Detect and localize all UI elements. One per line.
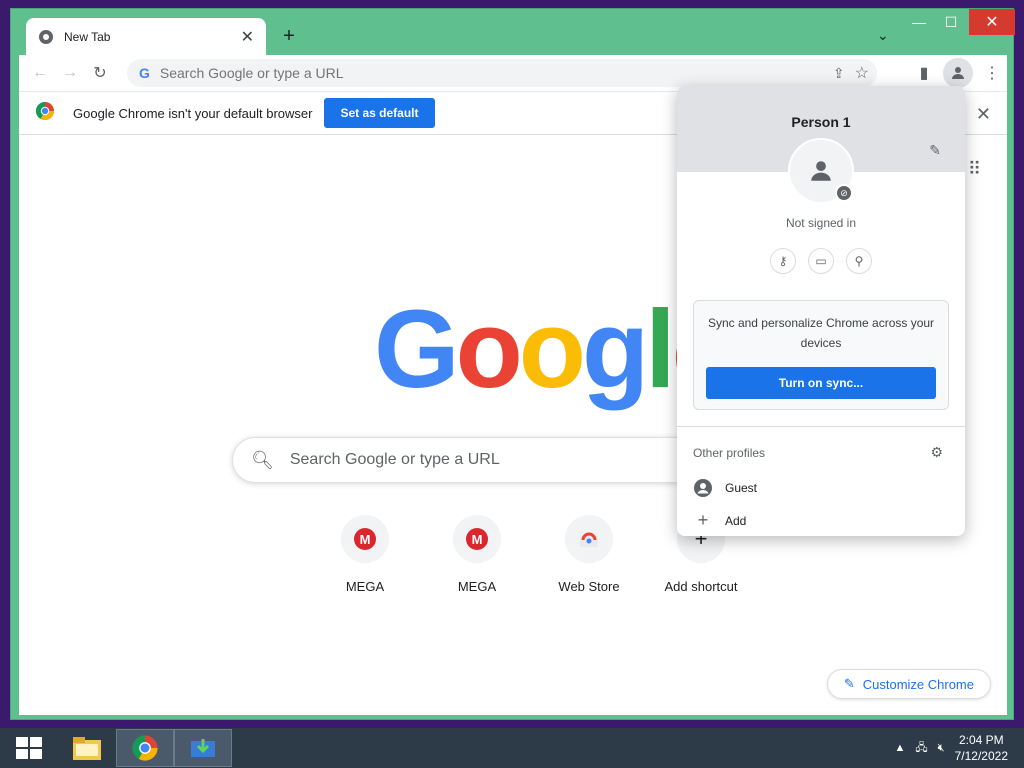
customize-chrome-button[interactable]: ✎ Customize Chrome xyxy=(826,669,991,699)
payment-card-icon[interactable]: ▭ xyxy=(808,248,834,274)
edit-pencil-icon[interactable]: ✎ xyxy=(929,142,941,159)
installer-icon xyxy=(191,739,215,757)
show-hidden-icons-icon[interactable]: ▲ xyxy=(895,742,906,754)
clock-date: 7/12/2022 xyxy=(954,749,1008,763)
google-logo: Google xyxy=(374,288,733,411)
close-infobar-icon[interactable]: ✕ xyxy=(976,104,991,125)
system-tray: ▲ 🖧︎ 🔇︎ 2:04 PM 7/12/2022 xyxy=(895,728,1008,768)
minimize-button[interactable]: — xyxy=(905,9,933,35)
network-icon[interactable]: 🖧︎ xyxy=(915,739,927,758)
sign-in-status: Not signed in xyxy=(785,216,857,230)
add-label: Add xyxy=(725,513,747,528)
bookmark-star-icon[interactable]: ☆ xyxy=(855,63,869,83)
pencil-icon: ✎ xyxy=(843,676,855,691)
forward-icon[interactable]: → xyxy=(55,58,85,88)
guest-label: Guest xyxy=(725,481,758,495)
omnibox[interactable]: G ⇪ ☆ xyxy=(127,59,877,87)
addresses-pin-icon[interactable]: ⚲ xyxy=(846,248,872,274)
sync-promo-text: Sync and personalize Chrome across your … xyxy=(707,316,935,350)
profile-quick-links: ⚷ ▭ ⚲ xyxy=(677,248,965,274)
shortcut-mega-1[interactable]: M MEGA xyxy=(309,515,421,594)
windows-logo-icon xyxy=(16,737,42,759)
shortcut-label: MEGA xyxy=(457,579,497,594)
set-as-default-button[interactable]: Set as default xyxy=(324,98,435,128)
google-g-icon: G xyxy=(139,65,150,81)
add-profile-item[interactable]: + Add xyxy=(693,510,747,531)
volume-muted-icon[interactable]: 🔇︎ xyxy=(938,742,945,755)
manage-profiles-gear-icon[interactable]: ⚙ xyxy=(930,444,943,461)
shortcut-web-store[interactable]: Web Store xyxy=(533,515,645,594)
chrome-logo-icon xyxy=(35,101,55,126)
tab-title: New Tab xyxy=(64,30,111,44)
person-icon xyxy=(952,67,964,79)
shortcut-label: Web Store xyxy=(558,579,620,594)
clock[interactable]: 2:04 PM 7/12/2022 xyxy=(955,732,1008,764)
side-panel-icon[interactable]: ▮ xyxy=(909,58,939,88)
guest-avatar-icon xyxy=(693,478,713,498)
sync-off-badge-icon: ⊘ xyxy=(835,184,853,202)
profile-button[interactable] xyxy=(943,58,973,88)
start-button[interactable] xyxy=(0,729,58,767)
maximize-button[interactable]: ☐ xyxy=(937,9,965,35)
share-icon[interactable]: ⇪ xyxy=(833,65,845,82)
reload-icon[interactable]: ↻ xyxy=(85,58,115,88)
mega-icon: M xyxy=(354,528,376,550)
mega-icon: M xyxy=(466,528,488,550)
other-profiles-heading: Other profiles xyxy=(693,446,766,460)
profile-menu: Person 1 ✎ ⊘ Not signed in ⚷ ▭ ⚲ Sync an… xyxy=(677,86,965,536)
person-icon xyxy=(811,161,831,181)
close-tab-icon[interactable]: ✕ xyxy=(241,27,254,47)
profile-name: Person 1 xyxy=(791,114,851,130)
taskbar-file-explorer[interactable] xyxy=(58,729,116,767)
ntp-search-placeholder: Search Google or type a URL xyxy=(289,451,500,468)
search-icon: 🔍︎ xyxy=(251,449,274,470)
sync-promo: Sync and personalize Chrome across your … xyxy=(693,300,949,410)
tab-search-icon[interactable]: ⌄ xyxy=(877,27,889,44)
apps-grid-icon[interactable]: ⠿ xyxy=(968,159,981,180)
taskbar-chrome[interactable] xyxy=(116,729,174,767)
plus-icon: + xyxy=(697,510,709,530)
new-tab-button[interactable]: + xyxy=(277,25,301,49)
infobar-message: Google Chrome isn't your default browser xyxy=(73,105,313,121)
divider xyxy=(677,426,965,427)
omnibox-input[interactable] xyxy=(159,65,760,81)
taskbar: ▲ 🖧︎ 🔇︎ 2:04 PM 7/12/2022 xyxy=(0,728,1024,768)
shortcut-label: Add shortcut xyxy=(664,579,738,594)
title-bar: New Tab ✕ + ⌄ — ☐ ✕ xyxy=(11,9,1015,56)
tab-new-tab[interactable]: New Tab ✕ xyxy=(26,18,266,56)
clock-time: 2:04 PM xyxy=(958,733,1004,747)
taskbar-app[interactable] xyxy=(174,729,232,767)
back-icon[interactable]: ← xyxy=(25,58,55,88)
shortcut-label: MEGA xyxy=(345,579,385,594)
turn-on-sync-button[interactable]: Turn on sync... xyxy=(706,367,936,399)
guest-profile-item[interactable]: Guest xyxy=(693,478,757,498)
webstore-icon xyxy=(580,532,598,547)
chrome-icon xyxy=(132,735,158,761)
shortcut-mega-2[interactable]: M MEGA xyxy=(421,515,533,594)
passwords-key-icon[interactable]: ⚷ xyxy=(770,248,796,274)
chrome-icon xyxy=(38,29,54,45)
customize-label: Customize Chrome xyxy=(862,676,974,692)
menu-icon[interactable]: ⋮ xyxy=(977,58,1007,88)
folder-icon xyxy=(73,737,101,760)
close-window-button[interactable]: ✕ xyxy=(969,9,1015,35)
